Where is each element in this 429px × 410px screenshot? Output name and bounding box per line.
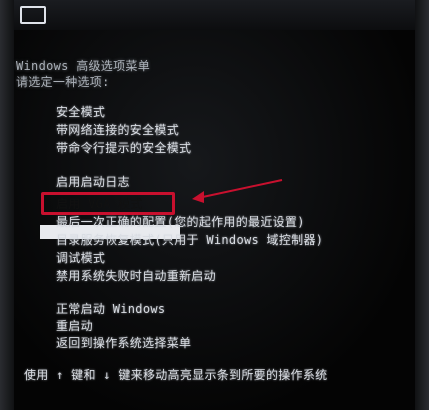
annotation-arrow-icon bbox=[192, 179, 283, 203]
